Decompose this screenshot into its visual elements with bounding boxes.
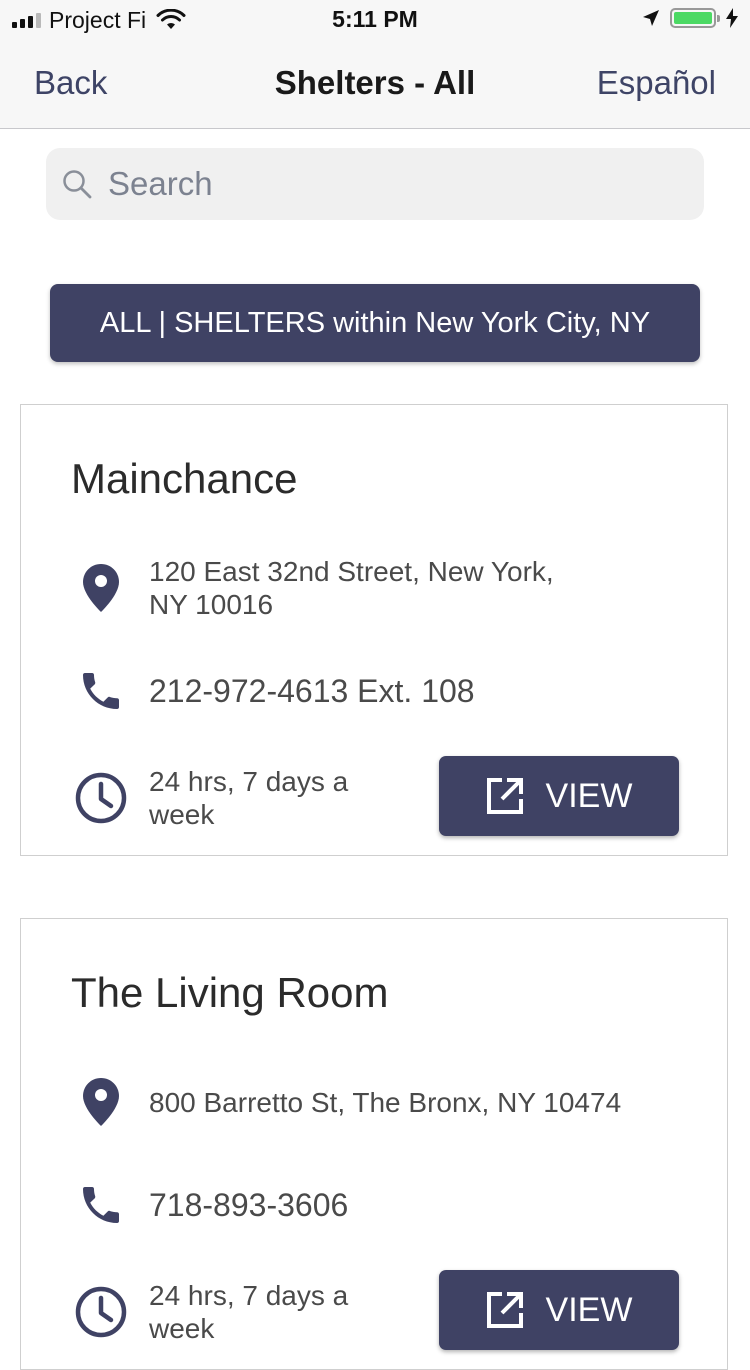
view-button[interactable]: VIEW — [439, 1270, 679, 1350]
shelter-phone[interactable]: 718-893-3606 — [149, 1188, 348, 1222]
status-bar: Project Fi 5:11 PM — [0, 0, 750, 40]
search-input[interactable] — [106, 164, 670, 204]
open-external-icon — [486, 1292, 523, 1328]
shelter-address[interactable]: 120 East 32nd Street, New York, NY 10016 — [149, 555, 579, 621]
clock-icon — [75, 772, 127, 824]
battery-icon — [670, 8, 720, 28]
clock-icon — [75, 1286, 127, 1338]
hours-row: 24 hrs, 7 days a week — [71, 765, 349, 831]
hours-row: 24 hrs, 7 days a week — [71, 1279, 349, 1345]
phone-row: 718-893-3606 — [71, 1181, 348, 1229]
clock: 5:11 PM — [332, 6, 418, 32]
language-toggle-button[interactable]: Español — [597, 64, 716, 102]
shelter-name: Mainchance — [71, 455, 298, 502]
shelter-card: Mainchance 120 East 32nd Street, New Yor… — [20, 404, 728, 856]
shelter-hours: 24 hrs, 7 days a week — [149, 766, 349, 830]
shelter-card: The Living Room 800 Barretto St, The Bro… — [20, 918, 728, 1370]
location-arrow-icon — [643, 10, 659, 26]
navigation-bar: Back Shelters - All Español — [0, 40, 750, 129]
view-button-label: VIEW — [545, 776, 633, 815]
address-row: 800 Barretto St, The Bronx, NY 10474 — [71, 1077, 669, 1127]
shelter-address[interactable]: 800 Barretto St, The Bronx, NY 10474 — [149, 1086, 669, 1119]
shelter-phone[interactable]: 212-972-4613 Ext. 108 — [149, 674, 475, 708]
view-button-label: VIEW — [545, 1290, 633, 1329]
phone-icon — [83, 673, 119, 709]
phone-icon — [83, 1187, 119, 1223]
location-pin-icon — [83, 564, 119, 612]
battery-fill — [674, 12, 712, 24]
phone-row: 212-972-4613 Ext. 108 — [71, 667, 475, 715]
search-icon — [63, 170, 92, 199]
location-pin-icon — [83, 1078, 119, 1126]
charging-bolt-icon — [726, 8, 738, 28]
filter-banner-button[interactable]: ALL | SHELTERS within New York City, NY — [50, 284, 700, 362]
status-right — [642, 8, 738, 28]
open-external-icon — [486, 778, 523, 814]
shelter-hours: 24 hrs, 7 days a week — [149, 1280, 349, 1344]
address-row: 120 East 32nd Street, New York, NY 10016 — [71, 555, 579, 621]
search-bar[interactable] — [46, 148, 704, 220]
view-button[interactable]: VIEW — [439, 756, 679, 836]
shelter-name: The Living Room — [71, 969, 389, 1016]
